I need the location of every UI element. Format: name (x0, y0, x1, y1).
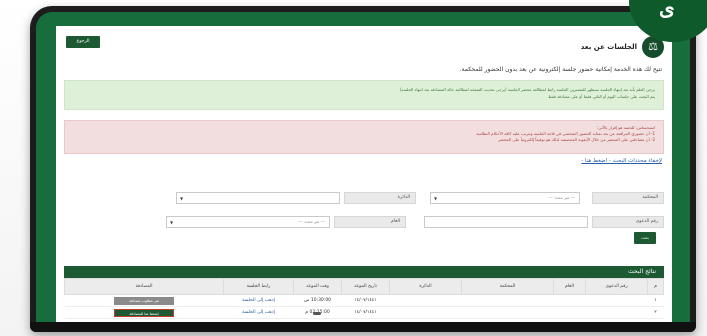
court-label: المحكمة (592, 192, 664, 204)
column-header: الدائرة (389, 278, 462, 295)
table-row: ١ ١٤/٠٧/١٤٤١ 10:30:00 ص إذهب إلى الجلسة … (64, 294, 664, 307)
approve-button[interactable]: إضغط هنا للمصادقة (114, 308, 174, 317)
sessions-page: الرجوع ⚖ الجلسات عن بعد تتيح لك هذه الخد… (56, 26, 672, 324)
laptop-notch (313, 312, 321, 315)
column-header: المصادقة (64, 278, 224, 295)
column-header: رابط الجلسة (223, 278, 294, 295)
info-alert: يرجى العلم بأنه بعد إنتهاء الجلسة سيظهر … (64, 80, 664, 110)
column-header: المحكمة (461, 278, 554, 295)
row-time: 10:30:00 ص (293, 294, 342, 307)
search-button[interactable]: بحث (634, 232, 656, 244)
laptop-frame: الرجوع ⚖ الجلسات عن بعد تتيح لك هذه الخد… (30, 6, 696, 332)
row-court (461, 294, 554, 307)
toggle-filters-link[interactable]: لإخفاء محددات البحث - اضغط هنا - (581, 158, 662, 164)
case-number-label: رقم الدعوى (592, 216, 664, 228)
results-table: م رقم الدعوى العام المحكمة الدائرة تاريخ… (64, 278, 664, 319)
row-circuit (389, 294, 462, 307)
court-select[interactable]: --- غير محدد --- ▼ (430, 192, 580, 204)
row-action-cell: غير مطلوب مصادقة (64, 294, 224, 307)
row-date: ١٤/٠٧/١٤٤١ (341, 306, 390, 319)
year-label: العام (334, 216, 406, 228)
screen: الرجوع ⚖ الجلسات عن بعد تتيح لك هذه الخد… (36, 12, 690, 324)
circuit-label: الدائرة (344, 192, 416, 204)
court-select-value: --- غير محدد --- (548, 195, 575, 200)
page-header: ⚖ الجلسات عن بعد (581, 36, 664, 58)
warning-alert-line: 2- أن مصادقتي على المحضر من خلال الأيقون… (498, 137, 655, 142)
row-year (553, 306, 586, 319)
badge-text: ى (659, 0, 675, 20)
row-court (461, 306, 554, 319)
page-description: تتيح لك هذه الخدمة إمكانية حضور جلسة إلك… (459, 66, 662, 73)
results-header: نتائج البحث (64, 266, 664, 278)
row-action-cell: إضغط هنا للمصادقة (64, 306, 224, 319)
row-circuit (389, 306, 462, 319)
filter-row-1: المحكمة --- غير محدد --- ▼ الدائرة ▼ (176, 192, 664, 204)
case-number-input[interactable] (424, 216, 588, 228)
year-select-value: --- غير محدد --- (298, 219, 325, 224)
table-header-row: م رقم الدعوى العام المحكمة الدائرة تاريخ… (64, 278, 664, 295)
info-alert-line: يرجى العلم بأنه بعد إنتهاء الجلسة سيظهر … (399, 87, 655, 92)
row-index: ٢ (647, 306, 664, 319)
approval-not-required-button[interactable]: غير مطلوب مصادقة (114, 296, 174, 305)
column-header: تاريخ الموعد (341, 278, 390, 295)
row-index: ١ (647, 294, 664, 307)
column-header: م (647, 278, 664, 295)
chevron-down-icon: ▼ (180, 196, 184, 201)
table-row: ٢ ١٤/٠٧/١٤٤١ 02:15:00 م إذهب إلى الجلسة … (64, 306, 664, 319)
row-date: ١٤/٠٧/١٤٤١ (341, 294, 390, 307)
chevron-down-icon: ▼ (170, 220, 174, 225)
chevron-down-icon: ▼ (434, 196, 438, 201)
device-mockup: الرجوع ⚖ الجلسات عن بعد تتيح لك هذه الخد… (0, 0, 707, 336)
page-title: الجلسات عن بعد (580, 43, 637, 51)
back-button[interactable]: الرجوع (66, 36, 100, 48)
column-header: رقم الدعوى (585, 278, 648, 295)
go-to-session-link[interactable]: إذهب إلى الجلسة (223, 294, 294, 307)
column-header: وقت الموعد (293, 278, 342, 295)
row-case-number (585, 306, 648, 319)
column-header: العام (553, 278, 586, 295)
year-select[interactable]: --- غير محدد --- ▼ (166, 216, 330, 228)
info-alert-line: يتم البحث على جلسات اليوم أو الثاني فقط … (548, 94, 655, 99)
filter-row-2: رقم الدعوى العام --- غير محدد --- ▼ (166, 216, 664, 228)
go-to-session-link[interactable]: إذهب إلى الجلسة (223, 306, 294, 319)
circuit-select[interactable]: ▼ (176, 192, 340, 204)
warning-alert: استحساس: للحصة هو إقرار بالآتي: 1- أن حض… (64, 120, 664, 154)
laptop-base (30, 322, 696, 332)
row-year (553, 294, 586, 307)
row-case-number (585, 294, 648, 307)
